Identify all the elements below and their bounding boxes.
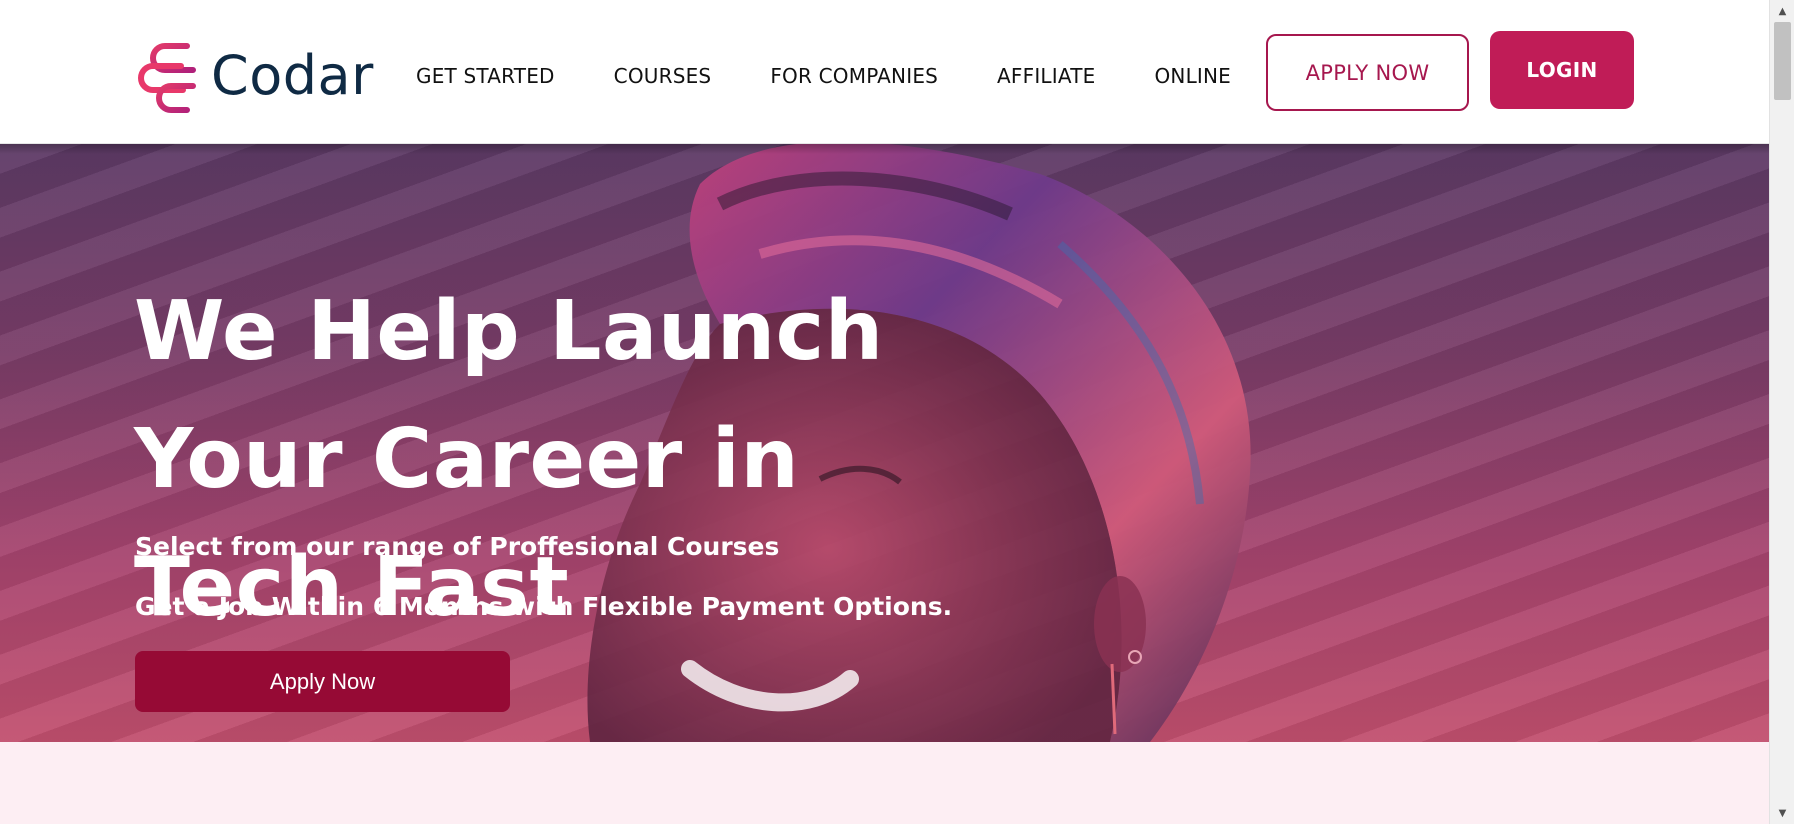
nav-for-companies[interactable]: FOR COMPANIES — [770, 64, 938, 88]
hero-subtitle-courses: Select from our range of Proffesional Co… — [135, 532, 780, 561]
chevron-down-icon[interactable]: ▼ — [1770, 804, 1794, 822]
logo-text: Codar — [211, 44, 374, 107]
scrollbar-thumb[interactable] — [1774, 22, 1791, 100]
header-shadow — [0, 144, 1769, 154]
chevron-up-icon[interactable]: ▲ — [1770, 2, 1794, 20]
logo[interactable]: Codar — [135, 38, 374, 114]
nav-courses[interactable]: COURSES — [614, 64, 712, 88]
main-nav: GET STARTED COURSES FOR COMPANIES AFFILI… — [416, 64, 1290, 88]
hero-apply-now-button[interactable]: Apply Now — [135, 651, 510, 712]
apply-now-button[interactable]: APPLY NOW — [1266, 34, 1469, 111]
nav-get-started[interactable]: GET STARTED — [416, 64, 555, 88]
site-header: Codar GET STARTED COURSES FOR COMPANIES … — [0, 0, 1769, 144]
hero-subtitle-jobs: Get a Job Within 6 Months with Flexible … — [135, 592, 953, 621]
nav-online[interactable]: ONLINE — [1154, 64, 1231, 88]
login-button[interactable]: LOGIN — [1490, 31, 1634, 109]
nav-affiliate[interactable]: AFFILIATE — [997, 64, 1095, 88]
next-section — [0, 742, 1769, 824]
codar-logo-icon — [138, 43, 196, 113]
page-scrollbar[interactable]: ▲ ▼ — [1769, 0, 1794, 824]
